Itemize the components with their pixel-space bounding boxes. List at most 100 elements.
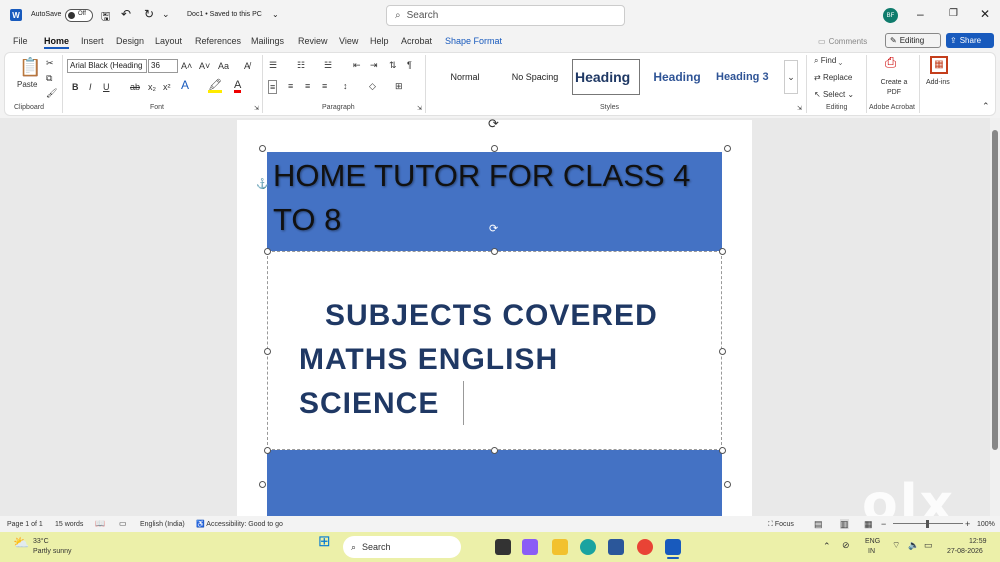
web-layout-icon[interactable]: ▦: [864, 519, 873, 529]
create-pdf-button[interactable]: Create a PDF: [876, 78, 912, 98]
text-effects-icon[interactable]: A: [181, 79, 189, 91]
tab-insert[interactable]: Insert: [81, 36, 104, 46]
shading-icon[interactable]: ◇: [369, 81, 376, 91]
resize-handle[interactable]: [259, 481, 266, 488]
tab-file[interactable]: File: [13, 36, 28, 46]
increase-indent-icon[interactable]: ⇥: [370, 60, 378, 70]
subscript-icon[interactable]: x₂: [148, 82, 156, 92]
network-off-icon[interactable]: ⊘: [842, 540, 850, 550]
maximize-icon[interactable]: ❐: [949, 8, 958, 19]
add-ins-button[interactable]: Add-ins: [926, 78, 950, 88]
chevron-down-icon[interactable]: ⌄: [272, 10, 279, 19]
clipboard-icon[interactable]: 📋: [19, 58, 41, 76]
word-taskbar-icon[interactable]: [665, 539, 681, 555]
focus-button[interactable]: ⛶ Focus: [768, 520, 794, 530]
styles-more-icon[interactable]: ⌄: [784, 60, 798, 94]
italic-icon[interactable]: I: [89, 82, 92, 92]
language-in[interactable]: IN: [868, 547, 875, 557]
tab-shape-format[interactable]: Shape Format: [445, 36, 502, 46]
print-layout-icon[interactable]: ▥: [840, 519, 849, 529]
clear-formatting-icon[interactable]: A̸: [244, 61, 250, 71]
resize-handle[interactable]: [264, 447, 271, 454]
minimize-icon[interactable]: –: [917, 7, 924, 21]
tab-mailings[interactable]: Mailings: [251, 36, 284, 46]
align-center-icon[interactable]: ≡: [288, 81, 293, 91]
scrollbar-thumb[interactable]: [992, 130, 998, 450]
word-count[interactable]: 15 words: [55, 520, 83, 530]
tab-help[interactable]: Help: [370, 36, 389, 46]
store-icon[interactable]: [608, 539, 624, 555]
rotate-handle-icon[interactable]: ⟳: [489, 224, 498, 235]
save-icon[interactable]: 🖫: [101, 8, 110, 27]
clock-time[interactable]: 12:59: [969, 537, 987, 547]
zoom-out-icon[interactable]: −: [881, 519, 886, 529]
language-eng[interactable]: ENG: [865, 537, 880, 547]
find-button[interactable]: ⌕ Find ⌄: [814, 56, 842, 66]
resize-handle[interactable]: [719, 447, 726, 454]
resize-handle[interactable]: [491, 248, 498, 255]
collapse-ribbon-icon[interactable]: ⌃: [982, 101, 990, 111]
highlight-icon[interactable]: 🖍: [208, 80, 222, 93]
accessibility-status[interactable]: ♿ Accessibility: Good to go: [196, 520, 283, 530]
tab-references[interactable]: References: [195, 36, 241, 46]
justify-icon[interactable]: ≡: [322, 81, 327, 91]
paste-button[interactable]: Paste: [17, 80, 37, 90]
close-icon[interactable]: ✕: [980, 7, 990, 21]
wifi-icon[interactable]: ⌔: [892, 540, 900, 550]
task-view-icon[interactable]: [495, 539, 511, 555]
align-right-icon[interactable]: ≡: [305, 81, 310, 91]
grow-font-icon[interactable]: A˄: [181, 61, 192, 71]
select-button[interactable]: ↖ Select ⌄: [814, 90, 854, 100]
font-name-select[interactable]: Arial Black (Heading: [67, 59, 147, 73]
tab-view[interactable]: View: [339, 36, 358, 46]
style-heading-1[interactable]: Heading: [572, 59, 640, 95]
style-heading-2[interactable]: Heading: [642, 59, 712, 95]
read-mode-icon[interactable]: ▤: [814, 519, 823, 529]
shrink-font-icon[interactable]: A˅: [199, 61, 210, 71]
zoom-slider-thumb[interactable]: [926, 520, 929, 528]
editing-mode-button[interactable]: ✎ Editing: [885, 33, 941, 48]
tab-acrobat[interactable]: Acrobat: [401, 36, 432, 46]
resize-handle[interactable]: [724, 481, 731, 488]
zoom-level[interactable]: 100%: [977, 520, 995, 530]
resize-handle[interactable]: [724, 145, 731, 152]
rotate-handle-icon[interactable]: ⟳: [488, 117, 499, 130]
document-title[interactable]: Doc1 • Saved to this PC: [187, 11, 262, 18]
show-marks-icon[interactable]: ¶: [407, 60, 412, 70]
paragraph-dialog-launcher-icon[interactable]: ⇲: [417, 104, 422, 114]
style-normal[interactable]: Normal: [433, 59, 497, 95]
superscript-icon[interactable]: x²: [163, 82, 171, 92]
chevron-up-icon[interactable]: ⌃: [823, 541, 831, 551]
weather-temp[interactable]: 33°C: [33, 537, 49, 547]
vertical-scrollbar[interactable]: [990, 118, 1000, 516]
battery-icon[interactable]: ▭: [924, 540, 933, 550]
font-size-select[interactable]: 36: [148, 59, 178, 73]
comments-button[interactable]: ▭ Comments: [818, 34, 867, 48]
file-explorer-icon[interactable]: [552, 539, 568, 555]
clock-date[interactable]: 27-08-2026: [947, 547, 983, 557]
customize-toolbar-icon[interactable]: ⌄: [162, 9, 170, 20]
volume-icon[interactable]: 🔈: [908, 540, 919, 550]
borders-icon[interactable]: ⊞: [395, 81, 403, 91]
tab-home[interactable]: Home: [44, 36, 70, 49]
resize-handle[interactable]: [491, 447, 498, 454]
line-spacing-icon[interactable]: ↕: [343, 81, 348, 91]
font-dialog-launcher-icon[interactable]: ⇲: [254, 104, 259, 114]
subjects-text[interactable]: SUBJECTS COVERED MATHS ENGLISH SCIENCE: [299, 294, 719, 426]
styles-dialog-launcher-icon[interactable]: ⇲: [797, 104, 802, 114]
decrease-indent-icon[interactable]: ⇤: [353, 60, 361, 70]
cut-icon[interactable]: ✂: [46, 58, 54, 68]
format-painter-icon[interactable]: 🖌: [46, 88, 57, 98]
resize-handle[interactable]: [259, 145, 266, 152]
proofing-icon[interactable]: 📖: [95, 519, 105, 529]
strikethrough-icon[interactable]: ab: [130, 82, 140, 92]
copilot-icon[interactable]: [522, 539, 538, 555]
resize-handle[interactable]: [264, 248, 271, 255]
change-case-icon[interactable]: Aa: [218, 61, 229, 71]
windows-start-icon[interactable]: ⊞: [318, 534, 331, 549]
chrome-icon[interactable]: [637, 539, 653, 555]
edge-icon[interactable]: [580, 539, 596, 555]
resize-handle[interactable]: [719, 248, 726, 255]
bold-icon[interactable]: B: [72, 82, 79, 92]
search-input[interactable]: ⌕ Search: [386, 5, 625, 26]
